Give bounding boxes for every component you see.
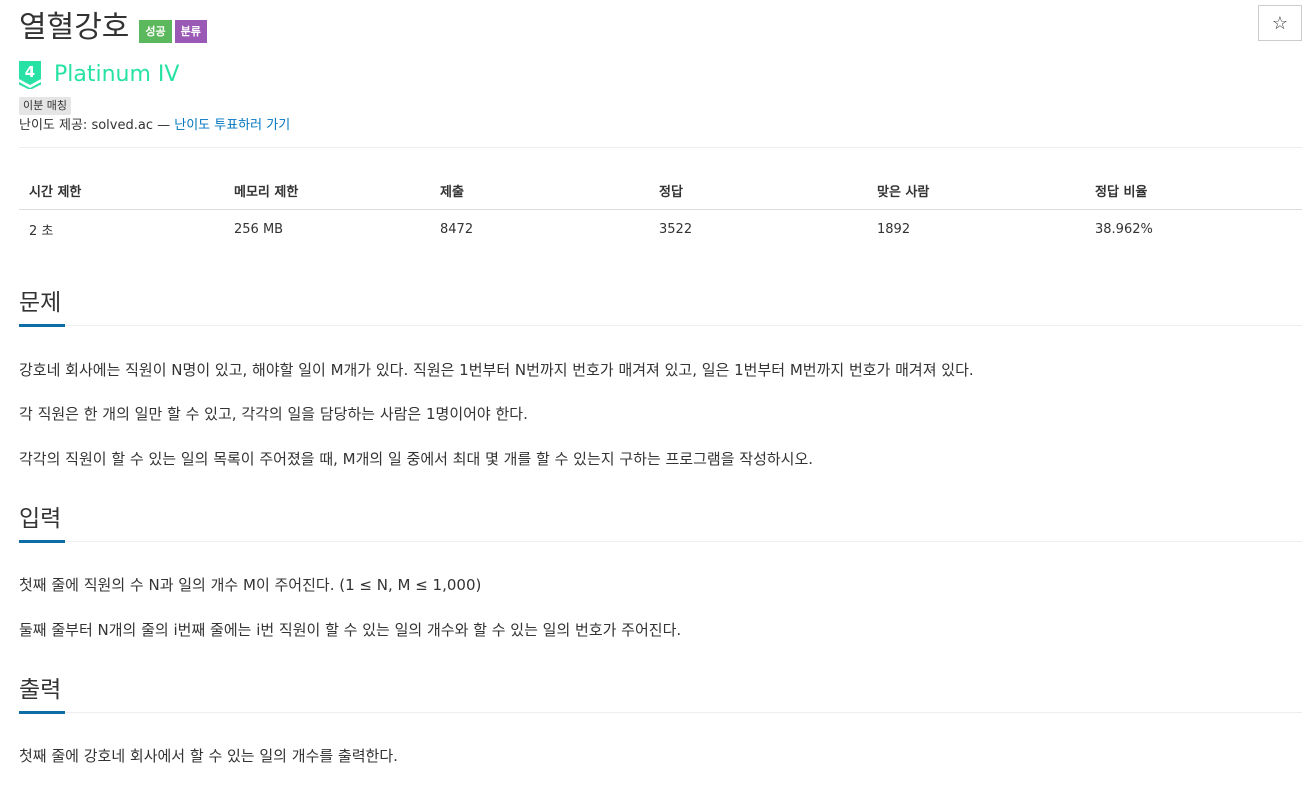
header-solved-users: 맞은 사람	[867, 171, 1085, 210]
section-title-output: 출력	[19, 677, 62, 703]
section-body-output: 첫째 줄에 강호네 회사에서 할 수 있는 일의 개수를 출력한다.	[19, 713, 1302, 767]
value-accepted: 3522	[659, 221, 693, 237]
section-body-input: 첫째 줄에 직원의 수 N과 일의 개수 M이 주어진다. (1 ≤ N, M …	[19, 542, 1302, 641]
section-header: 문제	[19, 285, 1302, 327]
star-icon: ☆	[1271, 12, 1289, 33]
vote-difficulty-link[interactable]: 난이도 투표하러 가기	[174, 118, 290, 133]
description-paragraph: 각각의 직원이 할 수 있는 일의 목록이 주어졌을 때, M개의 일 중에서 …	[19, 450, 814, 468]
header-submissions: 제출	[430, 171, 649, 210]
description-paragraph: 각 직원은 한 개의 일만 할 수 있고, 각각의 일을 담당하는 사람은 1명…	[19, 405, 528, 423]
section-output: 출력 첫째 줄에 강호네 회사에서 할 수 있는 일의 개수를 출력한다.	[19, 672, 1302, 767]
value-submissions: 8472	[440, 221, 474, 237]
header-accept-ratio: 정답 비율	[1085, 171, 1302, 210]
input-paragraph: 둘째 줄부터 N개의 줄의 i번째 줄에는 i번 직원이 할 수 있는 일의 개…	[19, 621, 682, 639]
section-title-input: 입력	[19, 506, 62, 532]
header-time-limit: 시간 제한	[19, 171, 224, 210]
success-label[interactable]: 성공	[139, 20, 172, 43]
problem-title: 열혈강호	[19, 10, 130, 45]
category-label[interactable]: 분류	[174, 20, 207, 43]
tier-level-text: 4	[25, 63, 35, 81]
tag-bipartite-matching[interactable]: 이분 매칭	[19, 97, 71, 115]
platinum-tier-icon: 4	[19, 61, 41, 90]
value-accept-ratio: 38.962%	[1095, 221, 1153, 237]
section-underline	[19, 711, 65, 714]
divider	[19, 147, 1302, 148]
credit-prefix: 난이도 제공: solved.ac —	[19, 118, 175, 133]
description-paragraph: 강호네 회사에는 직원이 N명이 있고, 해야할 일이 M개가 있다. 직원은 …	[19, 361, 974, 379]
section-underline	[19, 324, 65, 327]
tier-row[interactable]: 4 Platinum IV	[19, 60, 179, 90]
section-description: 문제 강호네 회사에는 직원이 N명이 있고, 해야할 일이 M개가 있다. 직…	[19, 285, 1302, 470]
info-header-row: 시간 제한 메모리 제한 제출 정답 맞은 사람 정답 비율	[19, 171, 1302, 210]
section-title-description: 문제	[19, 290, 62, 316]
value-time-limit: 2 초	[29, 223, 54, 239]
output-paragraph: 첫째 줄에 강호네 회사에서 할 수 있는 일의 개수를 출력한다.	[19, 747, 398, 765]
algorithm-tags: 이분 매칭	[19, 94, 71, 115]
header-memory-limit: 메모리 제한	[224, 171, 430, 210]
title-row: 열혈강호 성공 분류	[19, 6, 207, 46]
input-paragraph: 첫째 줄에 직원의 수 N과 일의 개수 M이 주어진다. (1 ≤ N, M …	[19, 576, 482, 594]
favorite-star-button[interactable]: ☆	[1258, 5, 1302, 41]
section-body-description: 강호네 회사에는 직원이 N명이 있고, 해야할 일이 M개가 있다. 직원은 …	[19, 326, 1302, 470]
section-input: 입력 첫째 줄에 직원의 수 N과 일의 개수 M이 주어진다. (1 ≤ N,…	[19, 501, 1302, 641]
info-value-row: 2 초 256 MB 8472 3522 1892 38.962%	[19, 210, 1302, 249]
tier-name[interactable]: Platinum IV	[54, 61, 179, 89]
value-memory-limit: 256 MB	[234, 221, 284, 237]
value-solved-users: 1892	[877, 221, 911, 237]
section-header: 출력	[19, 672, 1302, 714]
difficulty-credit: 난이도 제공: solved.ac — 난이도 투표하러 가기	[19, 117, 290, 135]
section-underline	[19, 540, 65, 543]
header-accepted: 정답	[649, 171, 867, 210]
section-header: 입력	[19, 501, 1302, 543]
problem-info-table: 시간 제한 메모리 제한 제출 정답 맞은 사람 정답 비율 2 초 256 M…	[19, 171, 1302, 248]
